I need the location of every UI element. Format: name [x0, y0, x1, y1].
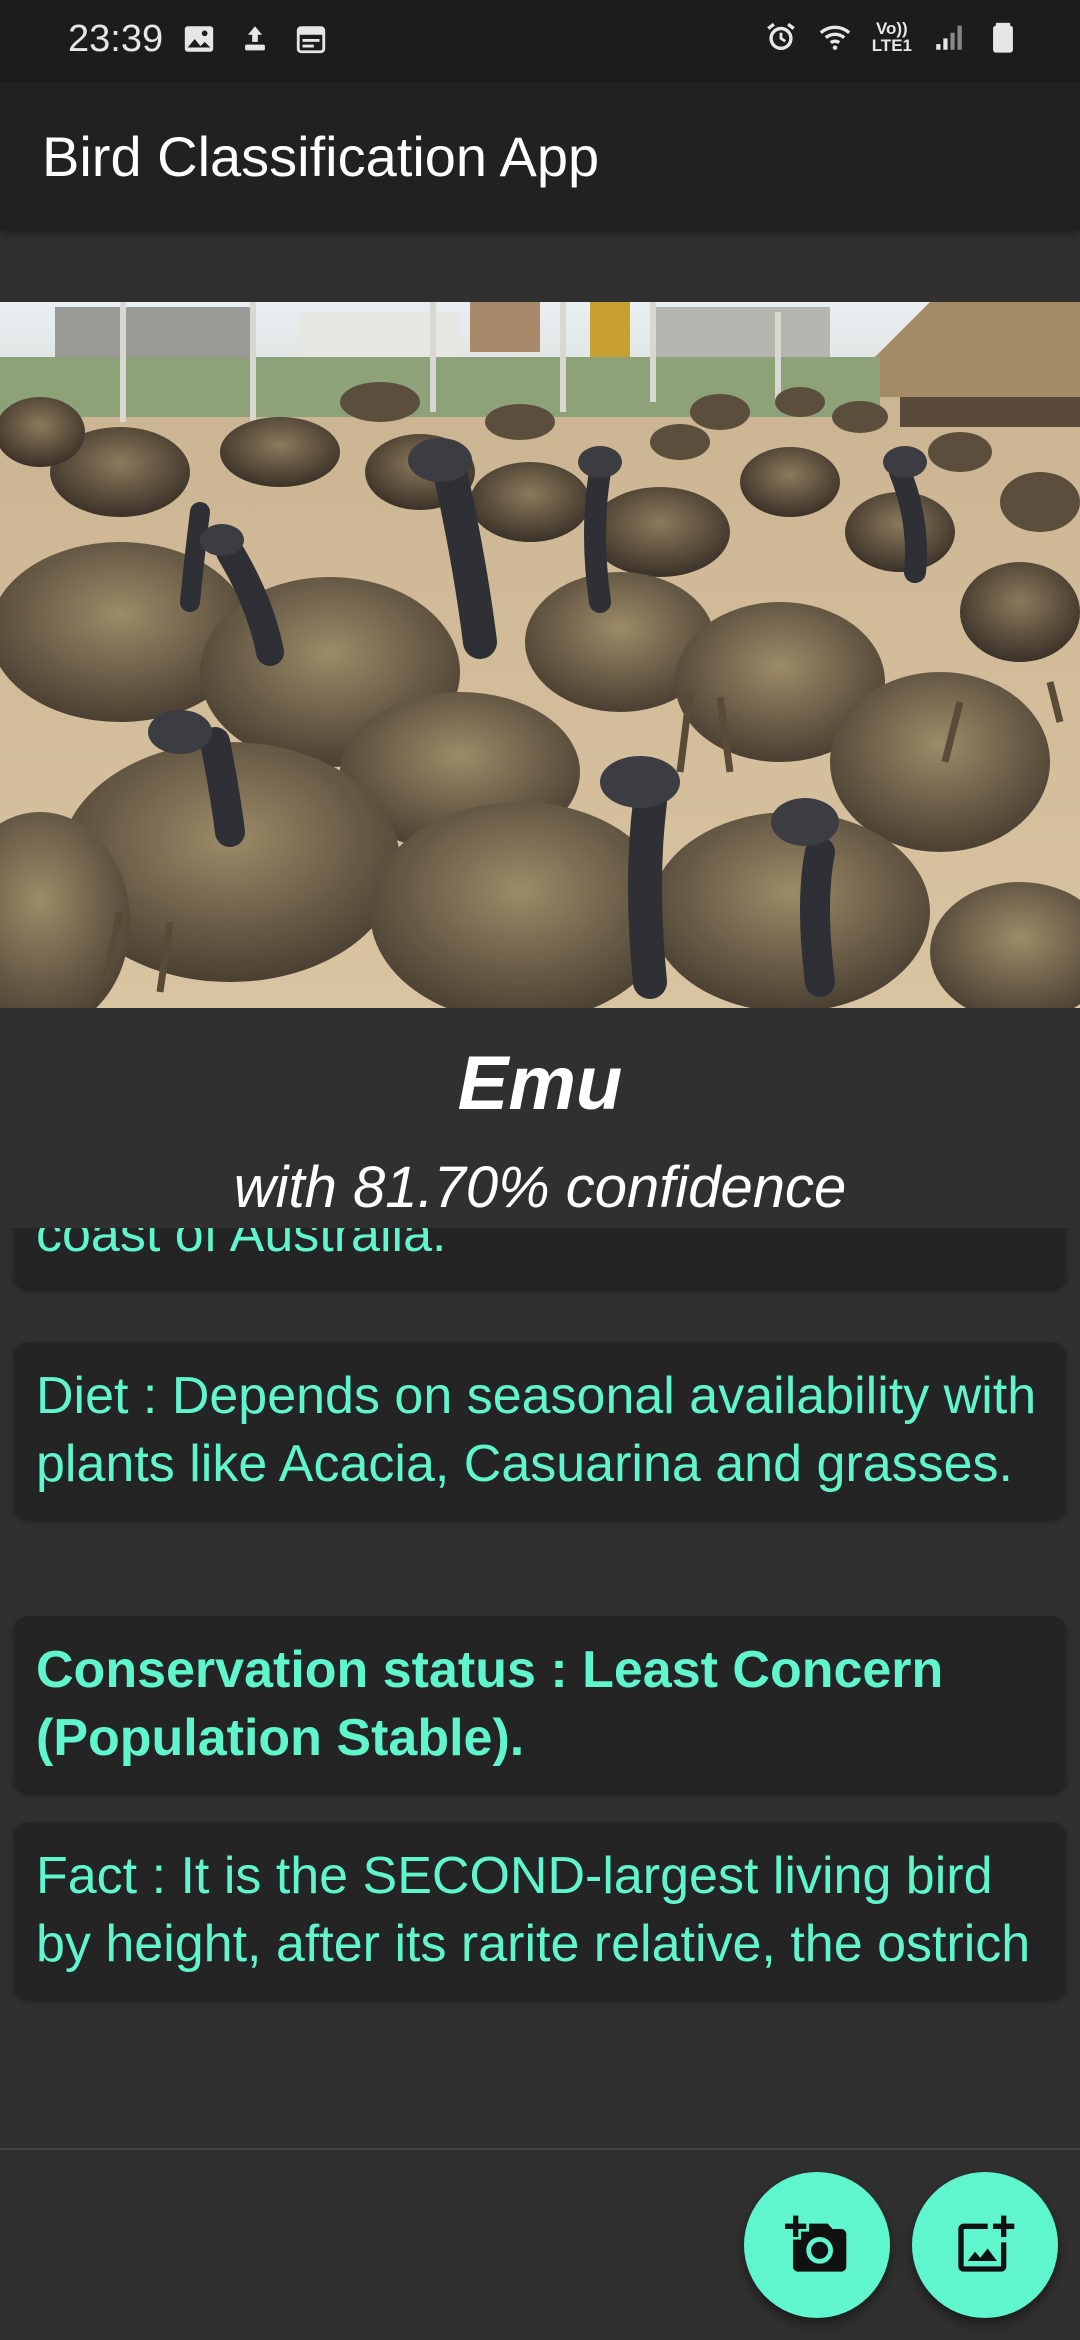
- image-icon: [184, 26, 214, 52]
- app-bar: Bird Classification App: [0, 82, 1080, 230]
- status-bar: 23:39 Vo)) LTE1: [0, 0, 1080, 82]
- add-a-photo-icon: [785, 2215, 847, 2272]
- add-photo-alternate-icon: [958, 2215, 1015, 2272]
- info-card-text: Conservation status : Least Concern (Pop…: [36, 1641, 944, 1767]
- info-card-description: coast of Australia.: [14, 1228, 1066, 1288]
- info-card-text: Fact : It is the SECOND-largest living b…: [36, 1847, 1031, 1973]
- take-photo-button[interactable]: [744, 2172, 890, 2318]
- info-card-text: Diet : Depends on seasonal availability …: [36, 1367, 1037, 1493]
- info-card-fact: Fact : It is the SECOND-largest living b…: [14, 1822, 1066, 1998]
- signal-icon: [936, 25, 962, 50]
- info-card-conservation: Conservation status : Least Concern (Pop…: [14, 1616, 1066, 1792]
- info-card-text: coast of Australia.: [36, 1228, 447, 1263]
- alarm-icon: [766, 22, 795, 51]
- upload-icon: [245, 26, 265, 51]
- bottom-divider: [0, 2148, 1080, 2150]
- app-title: Bird Classification App: [42, 125, 600, 188]
- status-time: 23:39: [68, 18, 164, 60]
- bird-name: Emu: [457, 1041, 623, 1126]
- confidence-text: with 81.70% confidence: [233, 1155, 847, 1220]
- volte-icon: Vo)) LTE1: [871, 19, 912, 55]
- status-left-icons: [182, 22, 328, 56]
- info-card-list[interactable]: coast of Australia. Diet : Depends on se…: [0, 1228, 1080, 2148]
- choose-image-button[interactable]: [912, 2172, 1058, 2318]
- status-right-icons: Vo)) LTE1: [764, 20, 1020, 54]
- calendar-icon: [296, 26, 326, 54]
- battery-icon: [993, 22, 1013, 53]
- wifi-icon: [819, 25, 850, 50]
- info-card-diet: Diet : Depends on seasonal availability …: [14, 1342, 1066, 1518]
- bird-photo: [0, 302, 1080, 1008]
